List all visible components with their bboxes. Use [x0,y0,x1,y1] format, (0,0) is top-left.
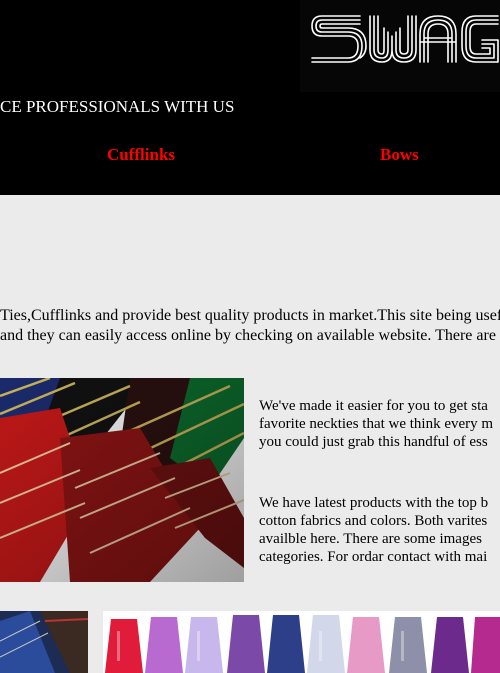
intro-line: Ties,Cufflinks and provide best quality … [0,307,500,324]
striped-ties-image [0,378,244,582]
paragraph-line: availble here. There are some images [259,531,482,547]
intro-paragraph: We've made it easier for you to get sta … [259,397,500,452]
products-paragraph: We have latest products with the top b c… [259,494,500,568]
ties-photo [0,378,244,582]
paragraph-line: categories. For ordar contact with mai [259,549,488,565]
tie-thumbnail-blue[interactable] [0,611,88,673]
paragraph-line: favorite neckties that we think every m [259,416,494,432]
logo[interactable] [300,0,500,92]
paragraph-line: cotton fabrics and colors. Both varites [259,513,488,529]
nav-link-bows[interactable]: Bows [380,145,419,165]
blue-tie-photo [0,611,88,673]
site-header: CE PROFESSIONALS WITH US Cufflinks Bows [0,0,500,195]
paragraph-line: you could just grab this handful of ess [259,434,488,450]
colorful-ties-photo [103,611,500,673]
paragraph-line: We have latest products with the top b [259,495,489,511]
tagline: CE PROFESSIONALS WITH US [0,97,235,116]
intro-line: and they can easily access online by che… [0,327,500,344]
swag-logo-image [311,15,499,63]
intro-text: Ties,Cufflinks and provide best quality … [0,306,500,350]
tie-thumbnail-colors[interactable] [103,611,500,673]
nav-link-cufflinks[interactable]: Cufflinks [107,145,175,165]
paragraph-line: We've made it easier for you to get sta [259,398,488,414]
